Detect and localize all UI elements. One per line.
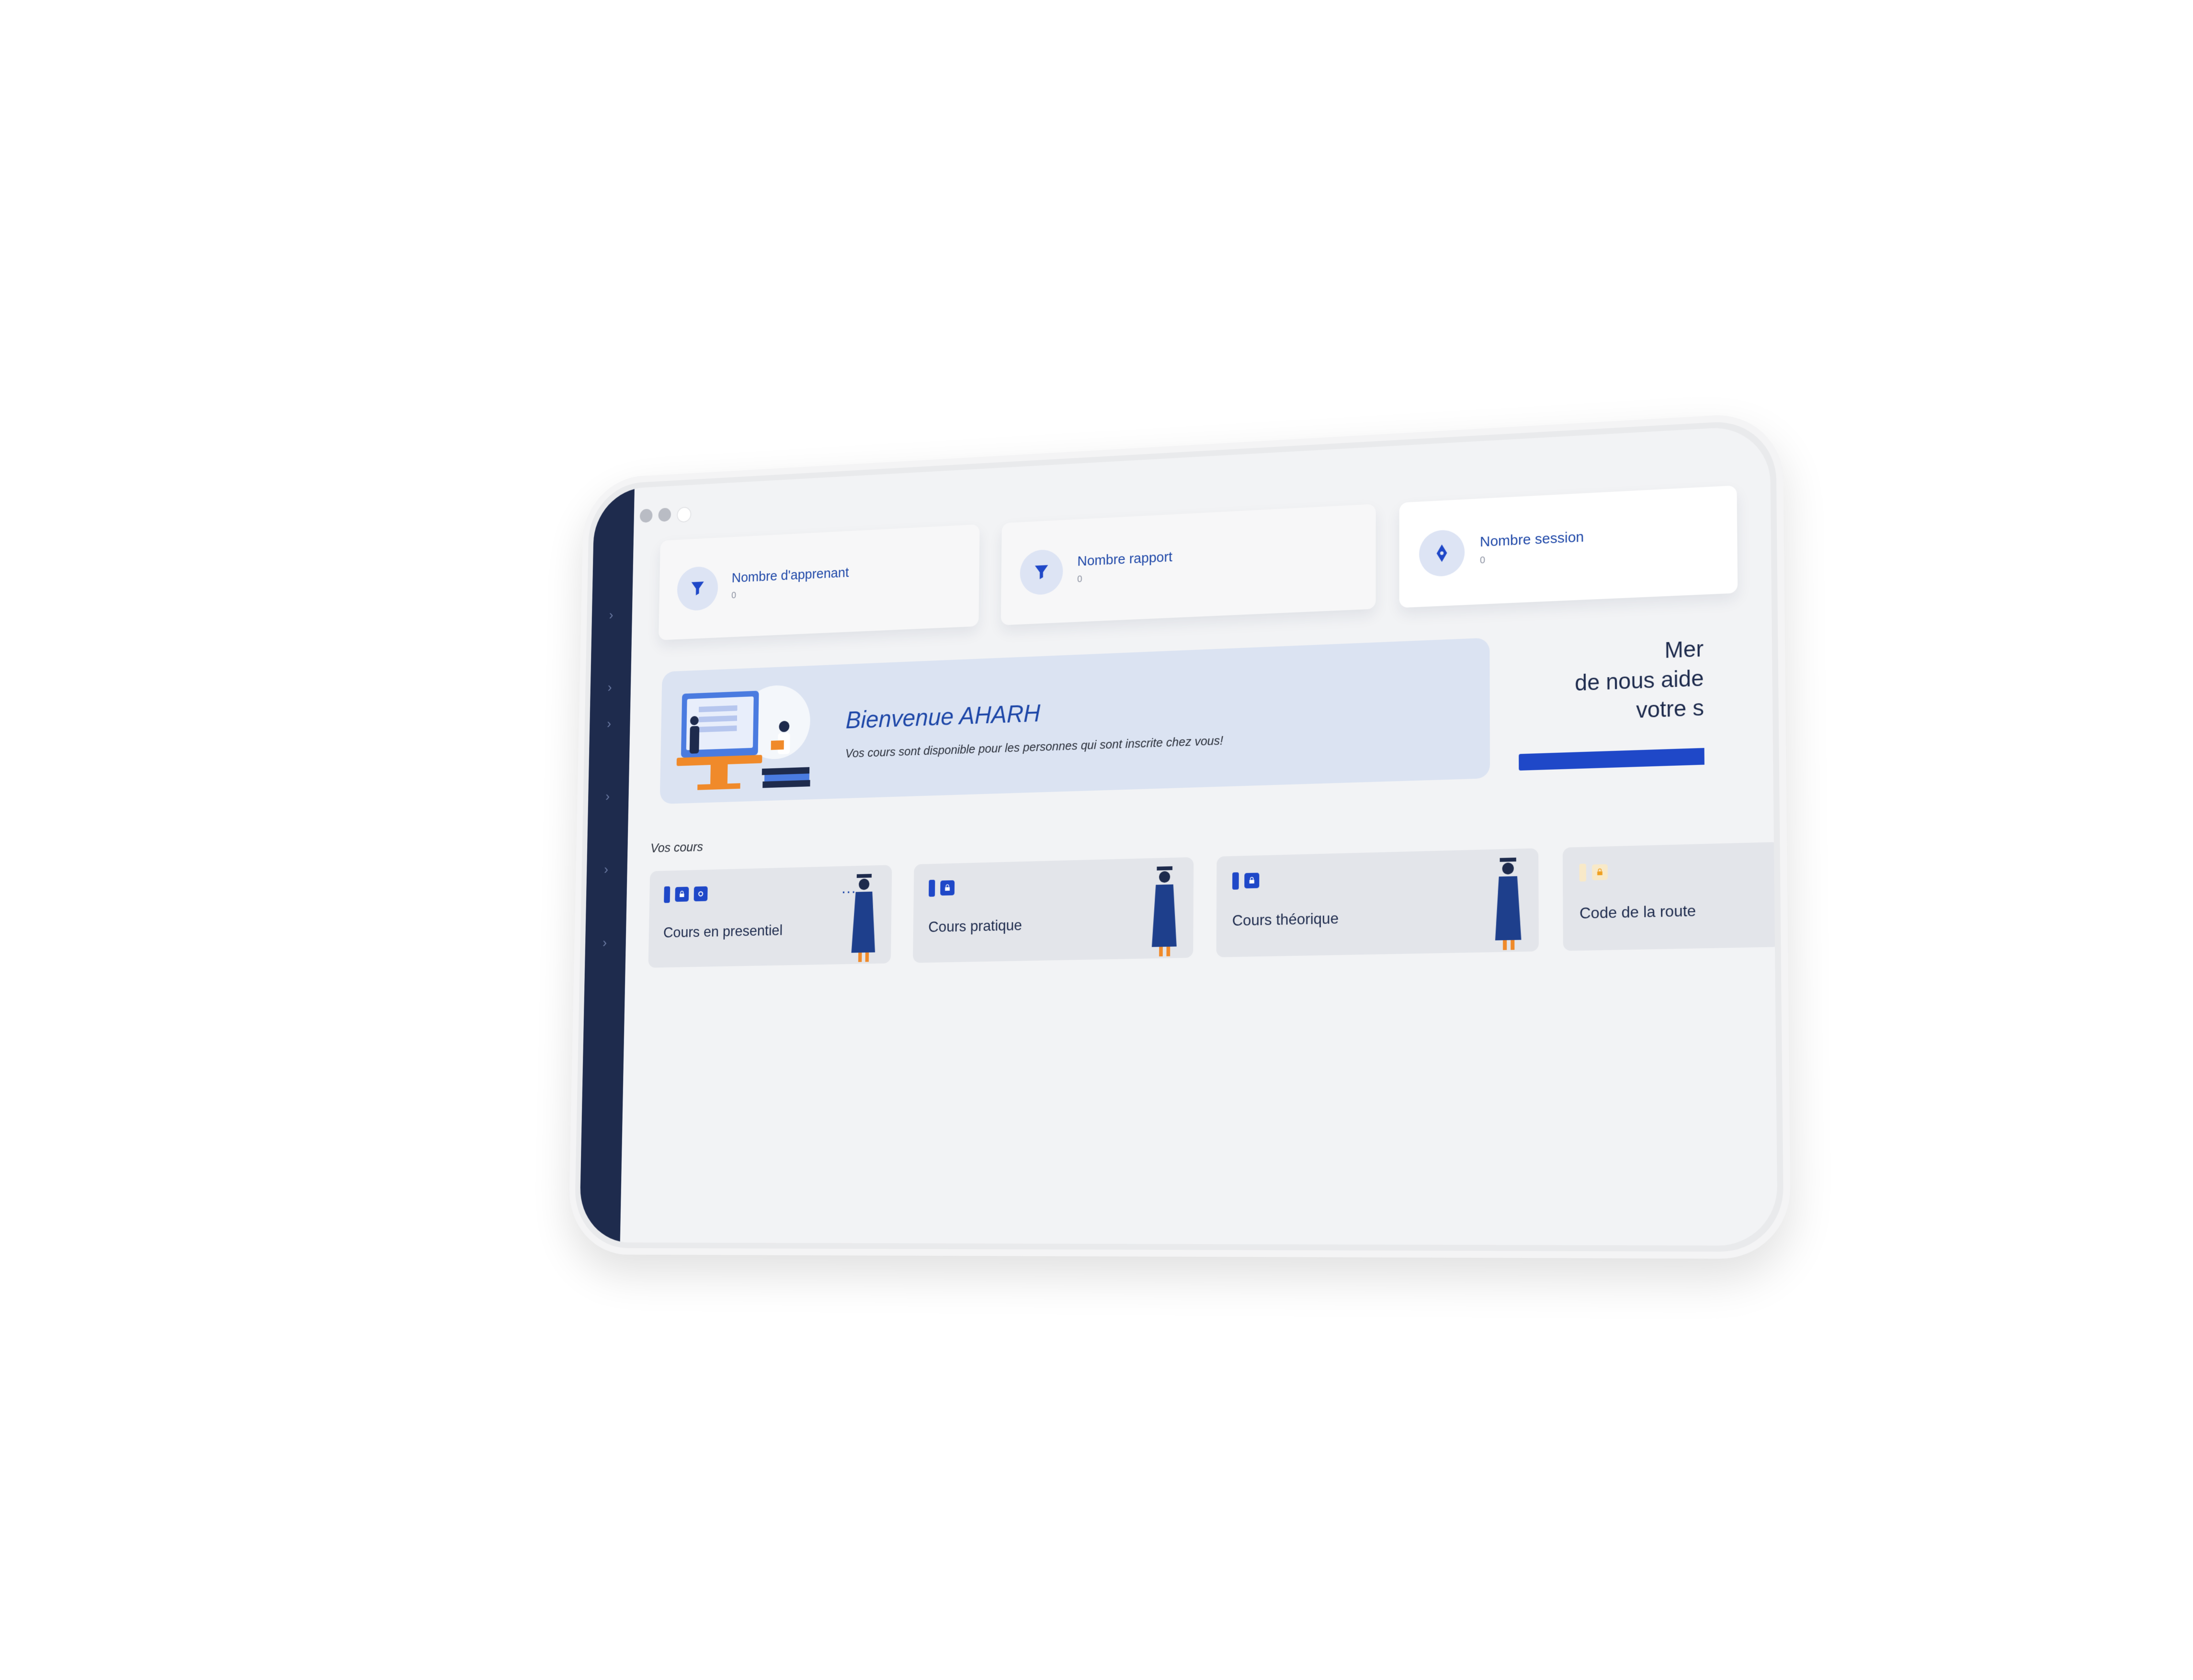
window-close-dot[interactable] [639, 509, 653, 523]
mockup-scene: › › › › › › Nombre d'apprenant 0 Nombre … [0, 0, 2193, 1680]
stat-value: 0 [1077, 574, 1082, 585]
tablet-frame: › › › › › › Nombre d'apprenant 0 Nombre … [568, 411, 1791, 1259]
stat-label: Nombre rapport [1077, 549, 1173, 569]
course-card-pratique[interactable]: Cours pratique [913, 857, 1194, 963]
courses-row: ... Cours en presentiel Cours pratique C… [648, 842, 1778, 972]
stat-label: Nombre session [1479, 529, 1584, 550]
welcome-title: Bienvenue AHARH [845, 700, 1041, 734]
online-learning-illustration [676, 684, 811, 790]
window-maximize-dot[interactable] [677, 506, 692, 523]
sidebar: › › › › › › [579, 488, 635, 1243]
window-minimize-dot[interactable] [658, 508, 671, 522]
welcome-subtitle: Vos cours sont disponible pour les perso… [845, 733, 1224, 761]
bookmark-icon [929, 880, 935, 897]
stat-card-apprenant[interactable]: Nombre d'apprenant 0 [659, 524, 980, 640]
stat-value: 0 [1479, 555, 1486, 566]
course-icons [664, 885, 708, 903]
course-name: Cours pratique [928, 916, 1023, 936]
promo-button[interactable] [1519, 746, 1705, 771]
stat-card-session[interactable]: Nombre session 0 [1399, 485, 1738, 608]
stat-label: Nombre d'apprenant [731, 565, 849, 586]
lock-icon [940, 880, 955, 896]
bookmark-icon [1232, 872, 1239, 890]
course-icons [929, 879, 955, 897]
stat-value: 0 [731, 590, 737, 601]
stats-row: Nombre d'apprenant 0 Nombre rapport 0 No… [659, 484, 1772, 640]
course-card-presentiel[interactable]: ... Cours en presentiel [648, 865, 892, 968]
graduate-illustration [1151, 866, 1177, 957]
course-name: Cours théorique [1232, 909, 1339, 930]
lock-icon [1592, 864, 1608, 881]
window-controls [639, 506, 692, 525]
promo-line: votre s [1636, 694, 1704, 723]
course-name: Cours en presentiel [663, 921, 783, 941]
graduate-illustration [851, 874, 876, 962]
sidebar-chevron-icon[interactable]: › [601, 678, 618, 697]
course-card-theorique[interactable]: Cours théorique [1216, 848, 1539, 957]
settings-icon [693, 886, 708, 902]
course-name: Code de la route [1579, 901, 1696, 922]
lock-icon [675, 886, 689, 902]
sidebar-chevron-icon[interactable]: › [602, 606, 620, 624]
graduate-illustration [1495, 857, 1522, 950]
course-icons [1579, 863, 1608, 882]
stat-card-rapport[interactable]: Nombre rapport 0 [1000, 504, 1376, 625]
filter-icon [677, 566, 718, 612]
bookmark-icon [664, 886, 670, 903]
sidebar-chevron-icon[interactable]: › [596, 933, 614, 952]
filter-icon [1020, 549, 1063, 596]
lock-icon [1244, 873, 1260, 889]
sidebar-chevron-icon[interactable]: › [601, 715, 618, 733]
course-icons [1232, 872, 1260, 890]
course-card-code-route[interactable]: Code de la route [1562, 842, 1778, 951]
sidebar-chevron-icon[interactable]: › [599, 787, 616, 806]
sidebar-chevron-icon[interactable]: › [598, 860, 615, 879]
promo-panel: Mer de nous aide votre s [1518, 634, 1705, 787]
courses-section-title: Vos cours [650, 839, 704, 855]
app-screen: › › › › › › Nombre d'apprenant 0 Nombre … [579, 425, 1778, 1246]
welcome-banner: Bienvenue AHARH Vos cours sont disponibl… [659, 637, 1490, 804]
bookmark-icon [1579, 863, 1586, 882]
pen-nib-icon [1419, 529, 1465, 578]
